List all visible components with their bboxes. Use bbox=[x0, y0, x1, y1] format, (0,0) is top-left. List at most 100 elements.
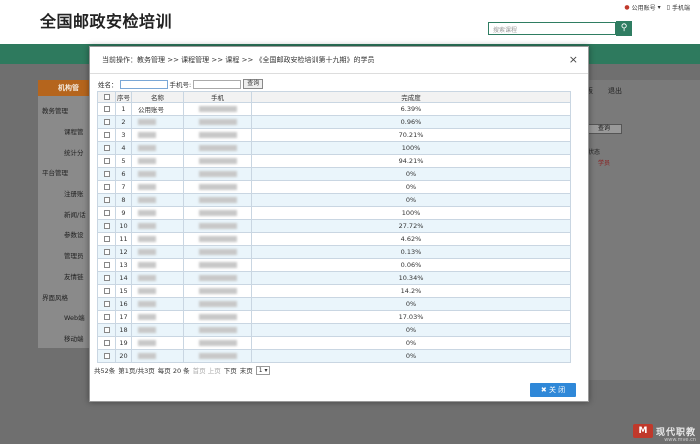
redacted-phone bbox=[198, 288, 237, 294]
row-checkbox[interactable] bbox=[97, 284, 116, 298]
row-checkbox[interactable] bbox=[97, 154, 116, 168]
row-no: 17 bbox=[115, 310, 132, 324]
row-phone bbox=[183, 232, 252, 246]
redacted-phone bbox=[198, 106, 237, 112]
row-phone bbox=[183, 128, 252, 142]
header-no: 序号 bbox=[115, 91, 132, 103]
last-page-link[interactable]: 末页 bbox=[240, 365, 253, 375]
row-progress: 0.96% bbox=[251, 115, 571, 129]
query-button[interactable]: 查询 bbox=[243, 79, 264, 89]
students-modal: 当前操作：教务管理 >> 课程管理 >> 课程 >> 《全国邮政安检培训第十九期… bbox=[89, 46, 589, 402]
redacted-name bbox=[138, 197, 156, 203]
row-checkbox[interactable] bbox=[97, 349, 116, 363]
select-all-checkbox[interactable] bbox=[97, 91, 116, 103]
user-icon: ● bbox=[624, 4, 630, 11]
redacted-name bbox=[138, 340, 156, 346]
row-checkbox[interactable] bbox=[97, 141, 116, 155]
redacted-name bbox=[138, 275, 156, 281]
table-row: 4 100% bbox=[97, 141, 571, 155]
table-row: 16 0% bbox=[97, 297, 571, 311]
row-phone bbox=[183, 271, 252, 285]
close-icon[interactable]: × bbox=[569, 53, 578, 66]
redacted-phone bbox=[198, 171, 237, 177]
search-input[interactable]: 搜索课程 bbox=[488, 22, 616, 35]
logout-link[interactable]: 退出 bbox=[608, 86, 622, 96]
account-link[interactable]: ● 公用账号 ▾ bbox=[624, 3, 660, 12]
row-checkbox[interactable] bbox=[97, 128, 116, 142]
right-query-button[interactable]: 查询 bbox=[586, 124, 622, 134]
row-checkbox[interactable] bbox=[97, 180, 116, 194]
filter-bar: 姓名： 手机号: 查询 bbox=[98, 79, 264, 89]
row-checkbox[interactable] bbox=[97, 102, 116, 116]
row-name bbox=[131, 323, 184, 337]
row-checkbox[interactable] bbox=[97, 206, 116, 220]
row-checkbox[interactable] bbox=[97, 232, 116, 246]
close-button[interactable]: ✖ 关 闭 bbox=[530, 383, 576, 397]
redacted-phone bbox=[198, 158, 237, 164]
row-checkbox[interactable] bbox=[97, 258, 116, 272]
redacted-phone bbox=[198, 301, 237, 307]
row-checkbox[interactable] bbox=[97, 167, 116, 181]
table-row: 8 0% bbox=[97, 193, 571, 207]
row-phone bbox=[183, 206, 252, 220]
mobile-link[interactable]: ▯ 手机端 bbox=[667, 3, 690, 12]
row-name: 公用账号 bbox=[131, 102, 184, 116]
row-name bbox=[131, 284, 184, 298]
table-row: 15 14.2% bbox=[97, 284, 571, 298]
row-name bbox=[131, 258, 184, 272]
redacted-name bbox=[138, 353, 156, 359]
row-progress: 4.62% bbox=[251, 232, 571, 246]
row-name bbox=[131, 349, 184, 363]
row-checkbox[interactable] bbox=[97, 323, 116, 337]
row-phone bbox=[183, 323, 252, 337]
row-name bbox=[131, 167, 184, 181]
students-link[interactable]: 学员 bbox=[598, 158, 610, 167]
name-label: 姓名： bbox=[98, 81, 118, 89]
row-no: 15 bbox=[115, 284, 132, 298]
row-no: 19 bbox=[115, 336, 132, 350]
row-no: 1 bbox=[115, 102, 132, 116]
redacted-name bbox=[138, 132, 156, 138]
redacted-name bbox=[138, 314, 156, 320]
row-checkbox[interactable] bbox=[97, 271, 116, 285]
redacted-phone bbox=[198, 197, 237, 203]
row-checkbox[interactable] bbox=[97, 297, 116, 311]
redacted-name bbox=[138, 158, 156, 164]
row-phone bbox=[183, 219, 252, 233]
row-progress: 94.21% bbox=[251, 154, 571, 168]
search-button[interactable]: ⚲ bbox=[616, 21, 632, 36]
row-phone bbox=[183, 284, 252, 298]
row-no: 18 bbox=[115, 323, 132, 337]
row-checkbox[interactable] bbox=[97, 115, 116, 129]
page-select[interactable]: 1 ▾ bbox=[255, 365, 271, 375]
redacted-phone bbox=[198, 145, 237, 151]
phone-label: 手机号: bbox=[169, 81, 192, 89]
name-input[interactable] bbox=[119, 79, 168, 89]
redacted-phone bbox=[198, 275, 237, 281]
row-progress: 17.03% bbox=[251, 310, 571, 324]
page-info: 第1页/共3页 bbox=[118, 367, 155, 375]
row-checkbox[interactable] bbox=[97, 219, 116, 233]
table-row: 2 0.96% bbox=[97, 115, 571, 129]
redacted-phone bbox=[198, 210, 237, 216]
table-row: 7 0% bbox=[97, 180, 571, 194]
redacted-name bbox=[138, 249, 156, 255]
row-phone bbox=[183, 245, 252, 259]
row-checkbox[interactable] bbox=[97, 193, 116, 207]
row-name bbox=[131, 219, 184, 233]
watermark-url: www.mve.cn bbox=[664, 437, 696, 443]
row-checkbox[interactable] bbox=[97, 310, 116, 324]
row-checkbox[interactable] bbox=[97, 336, 116, 350]
phone-input[interactable] bbox=[193, 79, 242, 89]
row-progress: 100% bbox=[251, 141, 571, 155]
x-icon: ✖ bbox=[540, 386, 547, 394]
row-name bbox=[131, 193, 184, 207]
row-no: 5 bbox=[115, 154, 132, 168]
row-checkbox[interactable] bbox=[97, 245, 116, 259]
row-no: 11 bbox=[115, 232, 132, 246]
row-no: 6 bbox=[115, 167, 132, 181]
next-page-link[interactable]: 下页 bbox=[224, 365, 237, 375]
row-no: 12 bbox=[115, 245, 132, 259]
row-name bbox=[131, 310, 184, 324]
redacted-phone bbox=[198, 314, 237, 320]
